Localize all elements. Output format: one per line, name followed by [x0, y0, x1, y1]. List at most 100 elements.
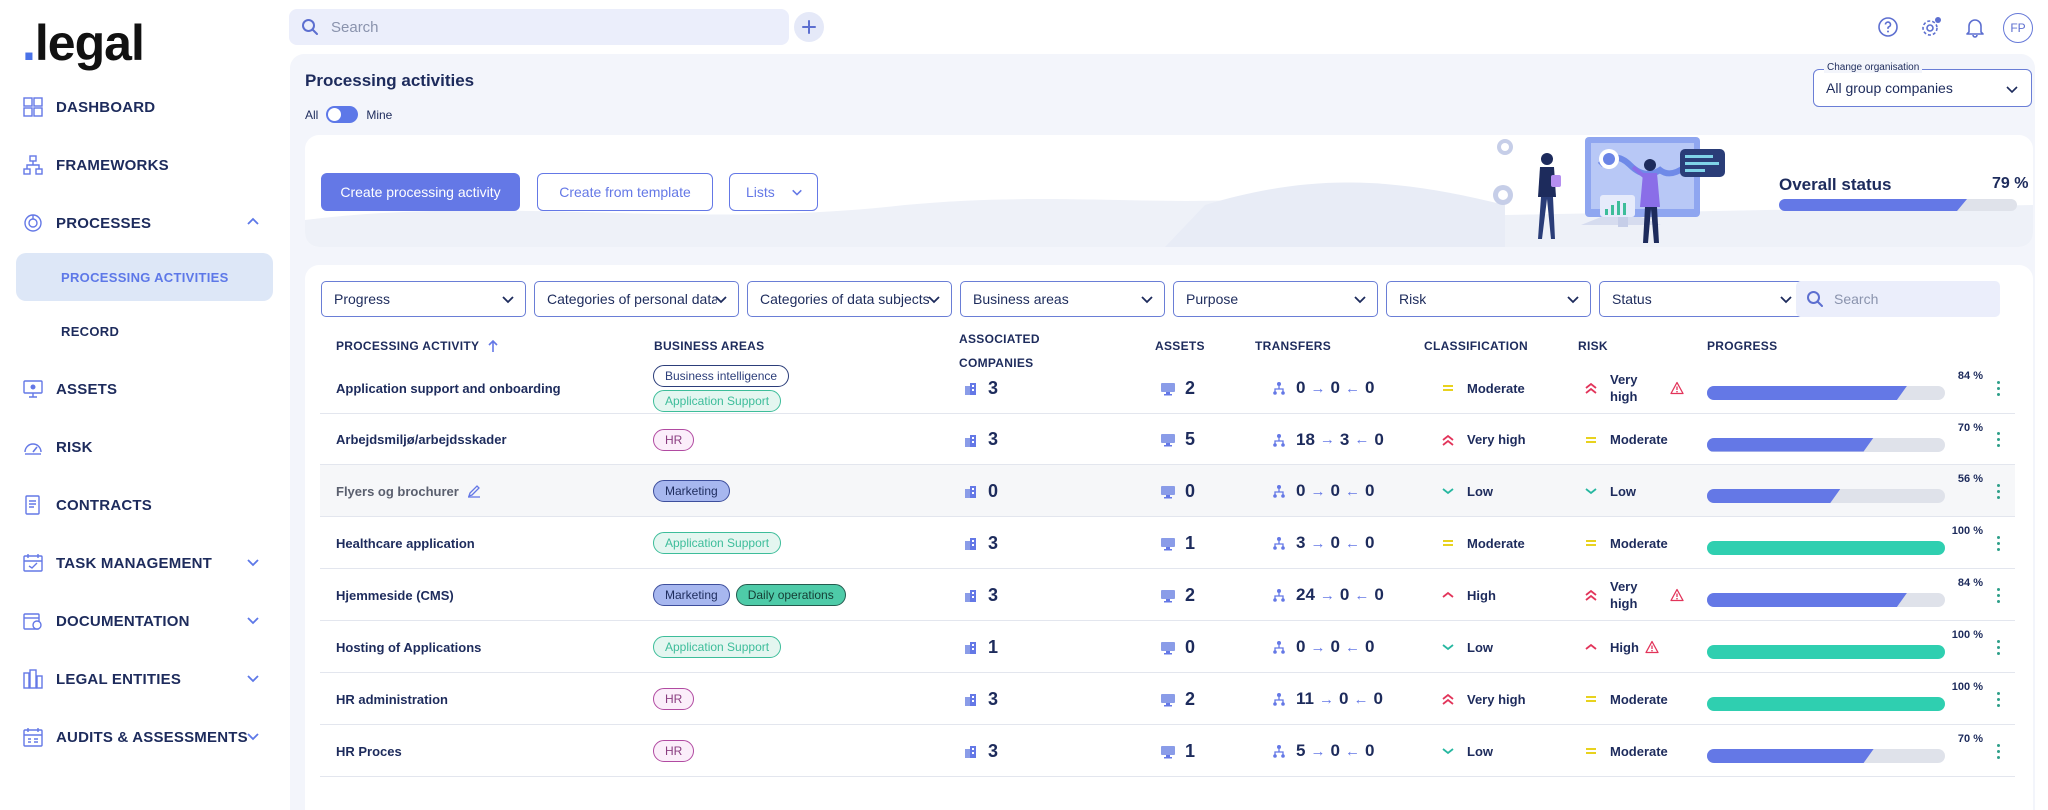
table-row[interactable]: HR administration HR 3 2 11 → 0 ← 0 Very high Mode… [320, 673, 2015, 725]
filter-status[interactable]: Status [1599, 281, 1804, 317]
network-icon [1273, 589, 1285, 602]
sidebar-item-risk[interactable]: RISK [22, 427, 272, 467]
row-menu-icon[interactable] [1990, 377, 2006, 399]
sidebar-item-audits-assessments[interactable]: AUDITS & ASSESSMENTS [22, 717, 272, 757]
business-area-tag[interactable]: HR [653, 740, 695, 762]
business-areas-cell: Marketing [653, 480, 736, 502]
sidebar-item-documentation[interactable]: DOCUMENTATION [22, 601, 272, 641]
column-header-activity[interactable]: PROCESSING ACTIVITY [336, 339, 499, 353]
classification-value: Low [1467, 743, 1493, 759]
edit-icon[interactable] [467, 484, 481, 498]
activity-name[interactable]: HR administration [336, 692, 448, 707]
sidebar-item-processes[interactable]: PROCESSES [22, 203, 272, 243]
chevron-down-icon[interactable] [246, 555, 260, 569]
activity-name[interactable]: Healthcare application [336, 536, 475, 551]
column-header-classification[interactable]: CLASSIFICATION [1424, 339, 1528, 353]
row-menu-icon[interactable] [1990, 532, 2006, 554]
activity-name[interactable]: Arbejdsmiljø/arbejdsskader [336, 432, 507, 447]
row-menu-icon[interactable] [1990, 740, 2006, 762]
lists-button[interactable]: Lists [729, 173, 818, 211]
table-row[interactable]: Healthcare application Application Suppor… [320, 517, 2015, 569]
notifications-icon[interactable] [1962, 14, 1988, 40]
create-from-template-button[interactable]: Create from template [537, 173, 713, 211]
column-header-transfers[interactable]: TRANSFERS [1255, 339, 1331, 353]
sort-ascending-icon[interactable] [487, 339, 499, 353]
table-search[interactable] [1796, 281, 2000, 317]
column-header-assets[interactable]: ASSETS [1155, 339, 1205, 353]
sidebar-subitem-processing-activities[interactable]: PROCESSING ACTIVITIES [16, 253, 273, 301]
global-search-input[interactable] [331, 18, 771, 36]
filter-business-areas[interactable]: Business areas [960, 281, 1165, 317]
chevron-down-icon[interactable] [246, 671, 260, 685]
organisation-select[interactable]: Change organisation All group companies [1813, 62, 2032, 107]
chevron-down-icon[interactable] [246, 613, 260, 627]
transfers-incoming: 0 [1374, 429, 1384, 449]
sidebar-item-label: PROCESSES [56, 214, 152, 232]
sidebar-item-label: AUDITS & ASSESSMENTS [56, 728, 248, 746]
table-row[interactable]: Arbejdsmiljø/arbejdsskader HR 3 5 18 → 3 ← 0 Very… [320, 414, 2015, 465]
column-header-risk[interactable]: RISK [1578, 339, 1608, 353]
sidebar-item-task-management[interactable]: TASK MANAGEMENT [22, 543, 272, 583]
chevron-up-icon[interactable] [246, 215, 260, 229]
app-logo[interactable]: .legal [22, 14, 145, 72]
contracts-icon [25, 495, 40, 515]
all-mine-toggle[interactable] [326, 106, 359, 123]
low-level-icon [1442, 488, 1454, 495]
filter-categories-of-data-subjects[interactable]: Categories of data subjects [747, 281, 952, 317]
sidebar-item-assets[interactable]: ASSETS [22, 369, 272, 409]
sidebar-item-frameworks[interactable]: FRAMEWORKS [22, 145, 272, 185]
business-areas-cell: Application Support [653, 636, 787, 658]
table-row[interactable]: Flyers og brochurer Marketing 0 0 0 → 0 ← 0 Low Lo… [320, 465, 2015, 517]
transfers-outgoing: 0 [1330, 533, 1340, 552]
activity-name[interactable]: Application support and onboarding [336, 381, 561, 396]
activity-name[interactable]: Hjemmeside (CMS) [336, 588, 454, 603]
sidebar-item-dashboard[interactable]: DASHBOARD [22, 87, 272, 127]
risk-value: Low [1610, 483, 1636, 499]
business-area-tag[interactable]: Daily operations [735, 584, 846, 606]
global-search[interactable] [289, 9, 789, 45]
business-area-tag[interactable]: Application Support [653, 390, 782, 412]
companies-count: 3 [988, 688, 999, 709]
activity-name[interactable]: Flyers og brochurer [336, 484, 459, 499]
filter-risk[interactable]: Risk [1386, 281, 1591, 317]
progress-percent: 70 % [1957, 421, 1983, 434]
filter-purpose[interactable]: Purpose [1173, 281, 1378, 317]
business-area-tag[interactable]: Marketing [653, 480, 730, 502]
row-menu-icon[interactable] [1990, 480, 2006, 502]
table-row[interactable]: HR Proces HR 3 1 5 → 0 ← 0 Low Moderate 70 % [320, 725, 2015, 777]
business-area-tag[interactable]: Application Support [653, 636, 782, 658]
table-row[interactable]: Hjemmeside (CMS) Marketing Daily operation… [320, 569, 2015, 621]
help-icon[interactable] [1875, 14, 1901, 40]
row-menu-icon[interactable] [1990, 688, 2006, 710]
classification-cell: Low [1441, 482, 1493, 500]
add-button[interactable] [794, 12, 824, 42]
activity-name[interactable]: Hosting of Applications [336, 640, 481, 655]
business-area-tag[interactable]: Marketing [653, 584, 730, 606]
row-menu-icon[interactable] [1990, 429, 2006, 451]
chevron-down-icon [1780, 296, 1792, 304]
user-avatar[interactable]: FP [2003, 13, 2033, 43]
table-row[interactable]: Hosting of Applications Application Suppo… [320, 621, 2015, 673]
business-area-tag[interactable]: HR [653, 428, 695, 451]
table-search-input[interactable] [1834, 291, 1994, 307]
create-processing-activity-button[interactable]: Create processing activity [321, 173, 520, 211]
column-header-business-areas[interactable]: BUSINESS AREAS [654, 339, 764, 353]
filter-label: Categories of personal data [547, 291, 717, 307]
filter-progress[interactable]: Progress [321, 281, 526, 317]
sidebar-subitem-record[interactable]: RECORD [16, 307, 273, 355]
column-header-progress[interactable]: PROGRESS [1707, 339, 1777, 353]
settings-icon[interactable] [1918, 14, 1944, 40]
row-menu-icon[interactable] [1990, 584, 2006, 606]
sidebar-item-legal-entities[interactable]: LEGAL ENTITIES [22, 659, 272, 699]
chevron-down-icon[interactable] [246, 729, 260, 743]
risk-value: High [1610, 639, 1639, 655]
business-area-tag[interactable]: HR [653, 688, 695, 710]
business-area-tag[interactable]: Business intelligence [653, 365, 790, 387]
table-row[interactable]: Application support and onboarding Busine… [320, 362, 2015, 414]
sidebar-item-contracts[interactable]: CONTRACTS [22, 485, 272, 525]
progress-fill [1707, 386, 1907, 400]
activity-name[interactable]: HR Proces [336, 744, 402, 759]
business-area-tag[interactable]: Application Support [653, 532, 782, 554]
filter-categories-of-personal-data[interactable]: Categories of personal data [534, 281, 739, 317]
row-menu-icon[interactable] [1990, 636, 2006, 658]
